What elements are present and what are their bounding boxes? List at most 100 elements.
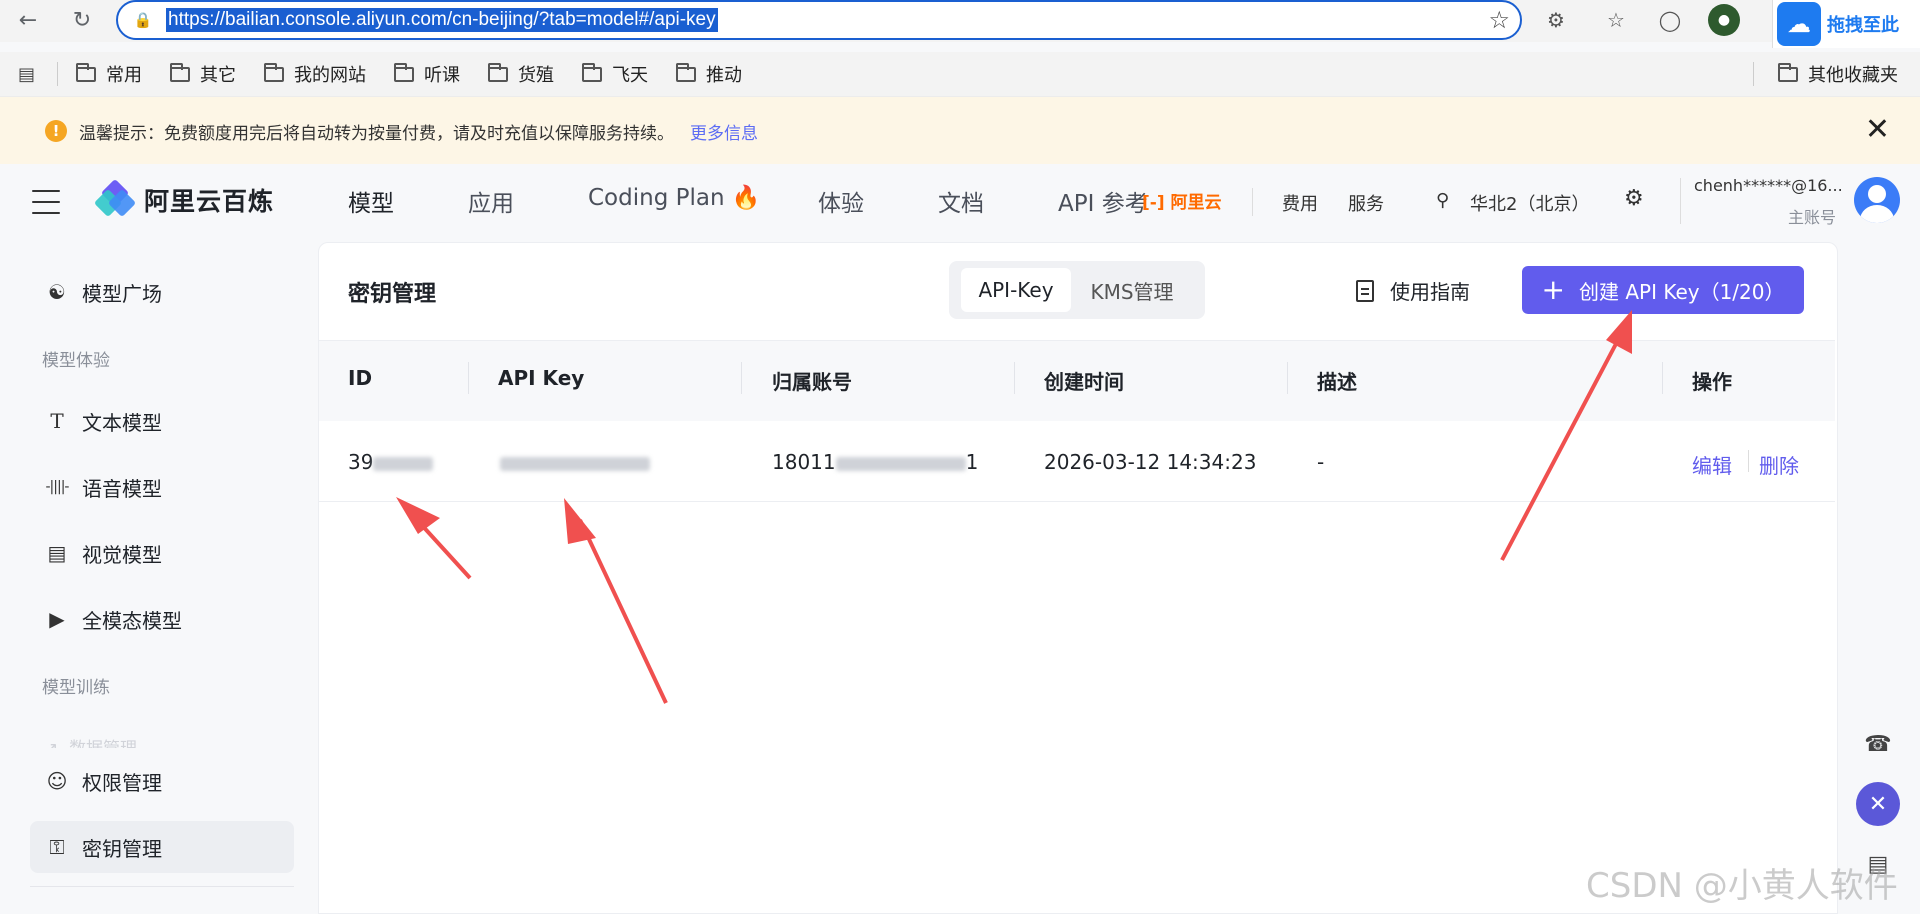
bookmark-folder[interactable]: 飞天 — [582, 61, 648, 87]
delete-link[interactable]: 删除 — [1759, 450, 1799, 479]
folder-icon — [582, 62, 603, 82]
bookmark-label: 飞天 — [612, 65, 649, 86]
account-suffix: 1 — [965, 450, 979, 474]
bookmark-folder[interactable]: 其它 — [170, 61, 236, 87]
sidebar-item-label: 文本模型 — [82, 410, 162, 435]
tab-api-key[interactable]: API-Key — [961, 268, 1071, 312]
aliyun-logo[interactable]: [-] 阿里云 — [1142, 188, 1222, 213]
more-info-link[interactable]: 更多信息 — [690, 119, 758, 144]
bookmark-folder[interactable]: 推动 — [676, 61, 742, 87]
column-header-actions: 操作 — [1692, 370, 1732, 394]
bookmarks-divider — [1753, 62, 1754, 86]
nav-coding-plan[interactable]: Coding Plan 🔥 — [588, 184, 761, 211]
bookmark-folder[interactable]: 货殖 — [488, 61, 554, 87]
edit-link[interactable]: 编辑 — [1692, 450, 1732, 479]
assistant-icon[interactable]: ✕ — [1856, 782, 1900, 826]
page-title: 密钥管理 — [348, 282, 437, 307]
extension-label: 拖拽至此 — [1827, 15, 1899, 36]
bookmark-folder[interactable]: 听课 — [394, 61, 460, 87]
sidebar-item-label: 模型广场 — [82, 281, 162, 306]
sidebar-item-label: 全模态模型 — [82, 608, 182, 633]
drag-here-extension[interactable]: ☁ 拖拽至此 — [1772, 0, 1920, 48]
bookmark-folder[interactable]: 我的网站 — [264, 61, 366, 87]
create-api-key-button[interactable]: + 创建 API Key（1/20） — [1522, 266, 1804, 314]
column-divider — [1287, 362, 1288, 394]
bookmark-label: 听课 — [424, 65, 461, 86]
nav-app[interactable]: 应用 — [468, 184, 514, 218]
cell-created-time: 2026-03-12 14:34:23 — [1044, 450, 1257, 474]
sidebar-item-key-management[interactable]: ⚿ 密钥管理 — [30, 821, 294, 873]
bookmark-label: 推动 — [706, 65, 743, 86]
sidebar-item-label: 权限管理 — [82, 770, 162, 795]
brand[interactable]: 阿里云百炼 — [93, 178, 274, 218]
nav-model[interactable]: 模型 — [348, 184, 394, 218]
profile-avatar-icon[interactable]: ● — [1708, 4, 1740, 36]
bookmarks-divider — [57, 62, 59, 86]
action-divider — [1748, 450, 1749, 472]
account-type: 主账号 — [1788, 208, 1837, 227]
cell-account: 18011 1 — [772, 450, 978, 474]
headset-support-icon[interactable]: ☎ — [1856, 722, 1900, 766]
column-header-created: 创建时间 — [1044, 370, 1124, 394]
services-link[interactable]: 服务 — [1348, 190, 1384, 216]
folder-icon — [488, 62, 509, 82]
region-selector[interactable]: 华北2（北京） — [1470, 190, 1589, 216]
lock-icon: 🔒 — [133, 11, 153, 29]
nav-docs[interactable]: 文档 — [938, 184, 984, 218]
column-divider — [468, 362, 469, 394]
sidebar-item-label: 数据管理 — [69, 739, 137, 748]
column-header-description: 描述 — [1317, 370, 1357, 394]
bookmark-label: 常用 — [106, 65, 143, 86]
address-bar[interactable]: 🔒 https://bailian.console.aliyun.com/cn-… — [116, 0, 1522, 40]
cell-id[interactable]: 39 — [348, 450, 434, 474]
user-icon: ☺ — [46, 769, 68, 793]
guide-link[interactable]: 使用指南 — [1356, 276, 1470, 305]
tab-actions-icon[interactable]: ▤ — [18, 64, 35, 85]
sidebar-item-vision-model[interactable]: ▤ 视觉模型 — [30, 527, 294, 579]
sidebar-item-data-management[interactable]: ↗ 数据管理 — [44, 734, 137, 748]
other-bookmarks-folder[interactable]: 其他收藏夹 — [1778, 61, 1898, 87]
folder-icon — [170, 62, 191, 82]
sidebar-item-model-square[interactable]: ☯ 模型广场 — [30, 266, 294, 318]
audio-model-icon: -||||- — [45, 479, 70, 495]
header-divider — [1680, 178, 1681, 224]
extensions-icon[interactable]: ⚙ — [1540, 4, 1572, 36]
settings-gear-icon[interactable]: ⚙ — [1624, 186, 1644, 211]
sidebar-item-label: 视觉模型 — [82, 542, 162, 567]
back-icon[interactable]: ← — [14, 6, 42, 34]
nav-experience[interactable]: 体验 — [818, 184, 864, 218]
avatar[interactable] — [1854, 177, 1900, 223]
account-name[interactable]: chenh******@16... — [1694, 176, 1843, 195]
account-prefix: 18011 — [772, 450, 836, 474]
header-divider — [1252, 188, 1253, 216]
create-api-key-label: 创建 API Key（1/20） — [1578, 279, 1785, 304]
menu-icon[interactable] — [32, 190, 60, 214]
watermark: CSDN @小黄人软件 — [1586, 866, 1898, 906]
redacted-mask — [500, 456, 650, 471]
cell-api-key[interactable] — [500, 450, 650, 474]
folder-icon — [676, 62, 697, 82]
shield-icon[interactable]: ◯ — [1654, 4, 1686, 36]
favorite-star-icon[interactable]: ☆ — [1488, 6, 1510, 34]
fees-link[interactable]: 费用 — [1282, 190, 1318, 216]
close-icon[interactable]: ✕ — [1865, 115, 1890, 145]
app-header: 阿里云百炼 模型 应用 Coding Plan 🔥 体验 文档 API 参考 [… — [0, 164, 1920, 240]
sidebar-divider — [30, 886, 294, 887]
favorites-icon[interactable]: ☆ — [1600, 4, 1632, 36]
sidebar-item-multimodal-model[interactable]: ▶ 全模态模型 — [30, 593, 294, 645]
id-visible-prefix: 39 — [348, 450, 374, 474]
sidebar-item-permission[interactable]: ☺ 权限管理 — [30, 755, 294, 807]
camera-icon: ▤ — [47, 541, 67, 565]
bookmark-folder[interactable]: 常用 — [76, 61, 142, 87]
url-text[interactable]: https://bailian.console.aliyun.com/cn-be… — [166, 8, 718, 32]
reload-icon[interactable]: ↻ — [68, 6, 96, 34]
sidebar-item-audio-model[interactable]: -||||- 语音模型 — [30, 461, 294, 513]
folder-icon — [394, 62, 415, 82]
tab-kms[interactable]: KMS管理 — [1076, 268, 1188, 312]
sidebar-group-model-training: 模型训练 — [42, 678, 110, 698]
aliyun-logo-text: 阿里云 — [1170, 193, 1222, 213]
nav-api-reference[interactable]: API 参考 — [1058, 184, 1148, 218]
sidebar-item-text-model[interactable]: T 文本模型 — [30, 395, 294, 447]
notice-text: 温馨提示：免费额度用完后将自动转为按量付费，请及时充值以保障服务持续。 — [79, 123, 674, 144]
cloud-drive-icon: ☁ — [1777, 2, 1821, 46]
